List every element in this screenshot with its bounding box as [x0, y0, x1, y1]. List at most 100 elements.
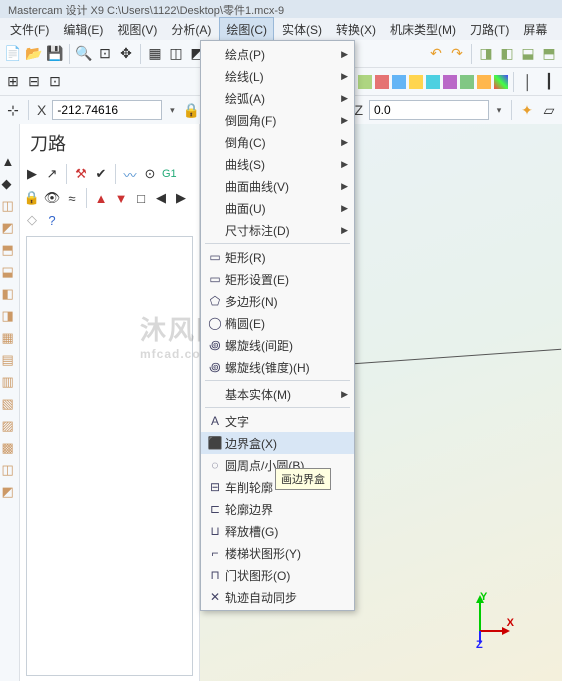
pt-arrow-icon[interactable]: ↗ [44, 166, 60, 182]
menu-machine[interactable]: 机床类型(M) [384, 18, 462, 41]
snap-icon[interactable]: ⊹ [4, 101, 22, 119]
cube4-icon[interactable]: ⬒ [540, 45, 558, 63]
t2-2-icon[interactable]: ⊟ [25, 73, 43, 91]
menu-item[interactable]: ⊓门状图形(O) [201, 564, 354, 586]
menu-item[interactable]: ꩜螺旋线(锥度)(H) [201, 356, 354, 378]
lb-box5-icon[interactable]: ◧ [2, 286, 18, 302]
wire-icon[interactable]: ◫ [167, 45, 185, 63]
cube1-icon[interactable]: ◨ [477, 45, 495, 63]
menu-item[interactable]: ▭矩形设置(E) [201, 268, 354, 290]
pt-lock-icon[interactable]: 🔒 [24, 190, 40, 206]
menu-item[interactable]: 倒圆角(F)▶ [201, 109, 354, 131]
panel-listbox[interactable] [26, 236, 193, 676]
line2-icon[interactable]: ┃ [540, 73, 558, 91]
lb-box4-icon[interactable]: ⬓ [2, 264, 18, 280]
t2-3-icon[interactable]: ⊡ [46, 73, 64, 91]
t2-1-icon[interactable]: ⊞ [4, 73, 22, 91]
line-icon[interactable]: │ [519, 73, 537, 91]
menu-screen[interactable]: 屏幕 [517, 18, 553, 41]
lb-b11-icon[interactable]: ▨ [2, 418, 18, 434]
pt-wave-icon[interactable]: 〰 [122, 166, 138, 182]
menu-transform[interactable]: 转换(X) [330, 18, 382, 41]
menu-solid[interactable]: 实体(S) [276, 18, 328, 41]
menu-item[interactable]: 基本实体(M)▶ [201, 383, 354, 405]
cube2-icon[interactable]: ◧ [498, 45, 516, 63]
lb-box9-icon[interactable]: ▥ [2, 374, 18, 390]
color-lime-icon[interactable] [358, 75, 372, 89]
x-input[interactable] [52, 100, 162, 120]
menu-item[interactable]: 尺寸标注(D)▶ [201, 219, 354, 241]
pan-icon[interactable]: ✥ [117, 45, 135, 63]
pt-down-icon[interactable]: ▼ [113, 190, 129, 206]
menu-item[interactable]: A文字 [201, 410, 354, 432]
menu-item[interactable]: 曲面(U)▶ [201, 197, 354, 219]
lb-box2-icon[interactable]: ◩ [2, 220, 18, 236]
menu-item[interactable]: 倒角(C)▶ [201, 131, 354, 153]
menu-analyze[interactable]: 分析(A) [165, 18, 217, 41]
color-green-icon[interactable] [460, 75, 474, 89]
pt-eye-icon[interactable]: 👁 [44, 190, 60, 206]
menu-item[interactable]: 绘线(L)▶ [201, 65, 354, 87]
color-purple-icon[interactable] [443, 75, 457, 89]
pt-box-icon[interactable]: □ [133, 190, 149, 206]
pt-up-icon[interactable]: ▲ [93, 190, 109, 206]
zoom-input[interactable] [369, 100, 489, 120]
lb-box8-icon[interactable]: ▤ [2, 352, 18, 368]
lb-box1-icon[interactable]: ◫ [2, 198, 18, 214]
lb-box3-icon[interactable]: ⬒ [2, 242, 18, 258]
x-dropdown-icon[interactable]: ▾ [166, 101, 178, 119]
pt-verify-icon[interactable]: ✔ [93, 166, 109, 182]
pt-select-icon[interactable]: ▶ [24, 166, 40, 182]
fit-icon[interactable]: ⊡ [96, 45, 114, 63]
pt-next-icon[interactable]: ▶ [173, 190, 189, 206]
lb-surf2-icon[interactable]: ◆ [2, 176, 18, 192]
color-yellow-icon[interactable] [409, 75, 423, 89]
menu-item[interactable]: ⊏轮廓边界 [201, 498, 354, 520]
pt-help-icon[interactable]: ? [44, 212, 60, 228]
menu-item[interactable]: 绘弧(A)▶ [201, 87, 354, 109]
menu-item[interactable]: ✕轨迹自动同步 [201, 586, 354, 608]
menu-edit[interactable]: 编辑(E) [57, 18, 109, 41]
new-icon[interactable]: 📄 [4, 45, 22, 63]
lb-b14-icon[interactable]: ◩ [2, 484, 18, 500]
pt-measure-icon[interactable]: ≈ [64, 190, 80, 206]
pt-tool-icon[interactable]: ⚒ [73, 166, 89, 182]
save-icon[interactable]: 💾 [46, 45, 64, 63]
lb-b13-icon[interactable]: ◫ [2, 462, 18, 478]
multi-color-icon[interactable] [494, 75, 508, 89]
pt-drill-icon[interactable]: ⊙ [142, 166, 158, 182]
menu-item[interactable]: ⬠多边形(N) [201, 290, 354, 312]
color-orange-icon[interactable] [477, 75, 491, 89]
lb-b12-icon[interactable]: ▩ [2, 440, 18, 456]
menu-item[interactable]: 曲线(S)▶ [201, 153, 354, 175]
open-icon[interactable]: 📂 [25, 45, 43, 63]
magic-icon[interactable]: ✦ [518, 101, 536, 119]
undo-icon[interactable]: ↶ [427, 45, 445, 63]
menu-draw[interactable]: 绘图(C) [219, 17, 274, 42]
color-red-icon[interactable] [375, 75, 389, 89]
zoom-icon[interactable]: 🔍 [75, 45, 93, 63]
pt-prev-icon[interactable]: ◀ [153, 190, 169, 206]
lb-box7-icon[interactable]: ▦ [2, 330, 18, 346]
menu-file[interactable]: 文件(F) [4, 18, 55, 41]
menu-item[interactable]: ⊔释放槽(G) [201, 520, 354, 542]
color-blue-icon[interactable] [392, 75, 406, 89]
menu-item[interactable]: 曲面曲线(V)▶ [201, 175, 354, 197]
menu-item[interactable]: 绘点(P)▶ [201, 43, 354, 65]
menu-item[interactable]: ꩜螺旋线(间距) [201, 334, 354, 356]
pt-ghost-icon[interactable]: ◇ [24, 212, 40, 228]
menu-item[interactable]: ▭矩形(R) [201, 246, 354, 268]
cube3-icon[interactable]: ⬓ [519, 45, 537, 63]
lb-surf1-icon[interactable]: ▲ [2, 154, 18, 170]
grid-icon[interactable]: ▦ [146, 45, 164, 63]
menu-item[interactable]: ⬛边界盒(X) [201, 432, 354, 454]
zoom-dropdown-icon[interactable]: ▾ [493, 101, 505, 119]
color-cyan-icon[interactable] [426, 75, 440, 89]
lb-box6-icon[interactable]: ◨ [2, 308, 18, 324]
redo-icon[interactable]: ↷ [448, 45, 466, 63]
menu-item[interactable]: ◯椭圆(E) [201, 312, 354, 334]
menu-item[interactable]: ⌐楼梯状图形(Y) [201, 542, 354, 564]
menu-toolpath[interactable]: 刀路(T) [464, 18, 515, 41]
lb-b10-icon[interactable]: ▧ [2, 396, 18, 412]
plane-icon[interactable]: ▱ [540, 101, 558, 119]
